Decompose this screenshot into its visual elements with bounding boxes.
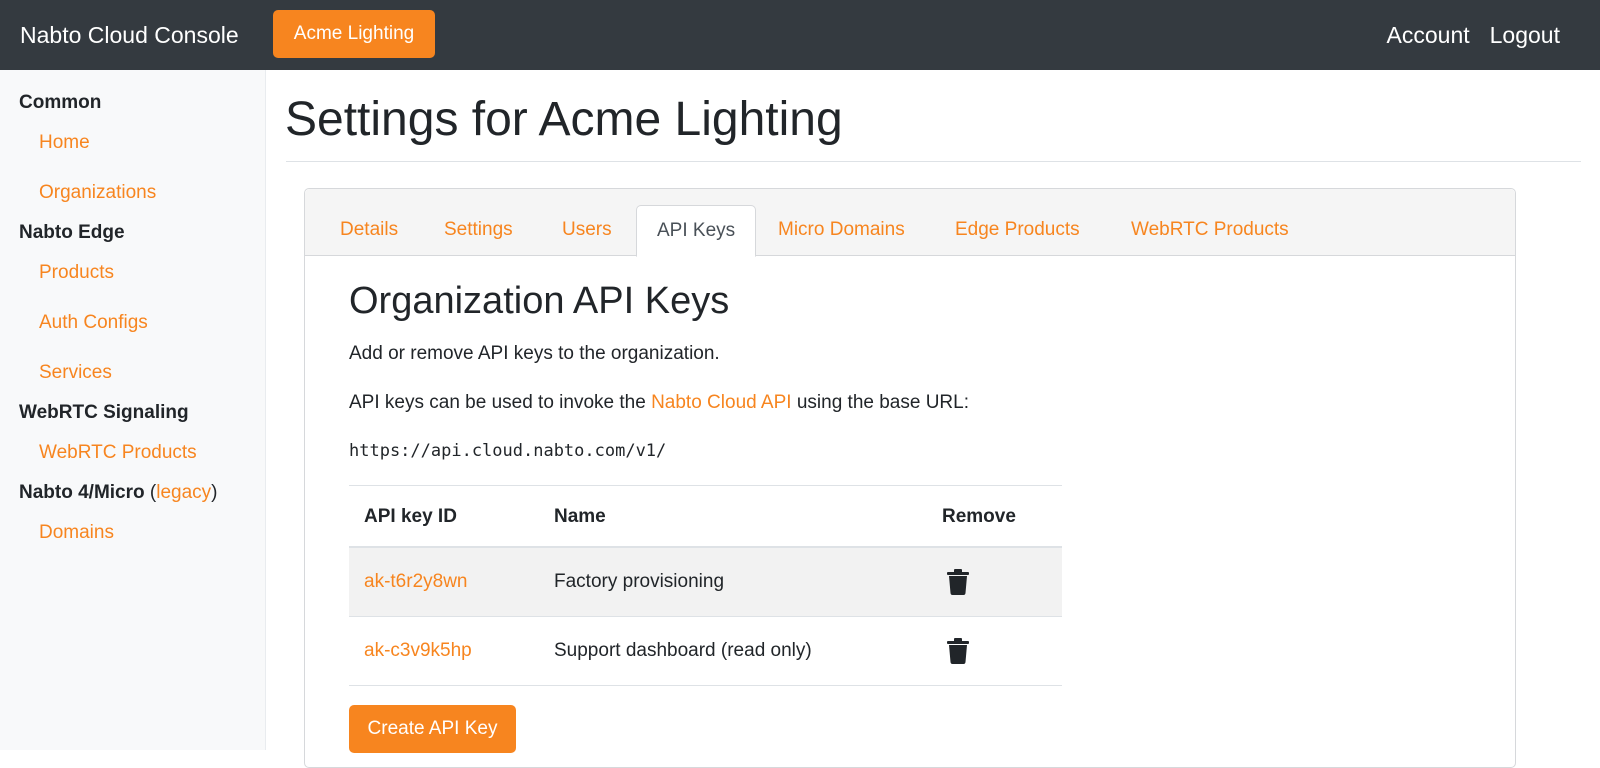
tab-edge-products[interactable]: Edge Products [955, 205, 1080, 256]
sidebar-item-auth-configs[interactable]: Auth Configs [39, 312, 148, 334]
account-link[interactable]: Account [1387, 22, 1470, 49]
create-api-key-button[interactable]: Create API Key [349, 705, 516, 753]
top-navbar: Nabto Cloud Console Acme Lighting Accoun… [0, 0, 1600, 70]
sidebar-item-webrtc-products[interactable]: WebRTC Products [39, 442, 197, 464]
trash-icon[interactable] [946, 569, 970, 595]
usage-prefix: API keys can be used to invoke the [349, 392, 652, 413]
brand-link[interactable]: Nabto Cloud Console [20, 0, 239, 70]
legacy-close-paren: ) [211, 482, 218, 503]
tab-users[interactable]: Users [562, 205, 612, 256]
page-title: Settings for Acme Lighting [285, 93, 843, 146]
api-keys-table: API key ID Name Remove ak-t6r2y8wn Facto… [349, 485, 1062, 686]
sidebar-item-domains[interactable]: Domains [39, 522, 114, 544]
api-key-id-link[interactable]: ak-t6r2y8wn [364, 548, 468, 616]
logout-link[interactable]: Logout [1490, 22, 1560, 49]
table-row: ak-c3v9k5hp Support dashboard (read only… [349, 617, 1062, 686]
section-title: Organization API Keys [349, 280, 730, 322]
usage-text: API keys can be used to invoke the Nabto… [349, 392, 969, 414]
api-key-id-link[interactable]: ak-c3v9k5hp [364, 617, 472, 685]
intro-text: Add or remove API keys to the organizati… [349, 343, 720, 364]
sidebar-item-organizations[interactable]: Organizations [39, 182, 156, 204]
header-remove: Remove [942, 506, 1016, 527]
api-key-name: Factory provisioning [554, 571, 725, 592]
sidebar-section-nabto-edge: Nabto Edge [19, 222, 125, 243]
header-name: Name [554, 506, 606, 527]
sidebar: Common Home Organizations Nabto Edge Pro… [0, 70, 266, 750]
tab-bar: Details Settings Users API Keys Micro Do… [305, 189, 1515, 257]
tab-api-keys[interactable]: API Keys [636, 205, 757, 257]
tab-details[interactable]: Details [340, 205, 398, 256]
sidebar-item-products[interactable]: Products [39, 262, 114, 284]
title-divider [286, 161, 1581, 162]
tab-micro-domains[interactable]: Micro Domains [778, 205, 905, 256]
navbar-right: Account Logout [1387, 0, 1560, 70]
table-header: API key ID Name Remove [349, 486, 1062, 548]
tab-settings[interactable]: Settings [444, 205, 513, 256]
organization-button[interactable]: Acme Lighting [273, 10, 435, 58]
api-key-name: Support dashboard (read only) [554, 640, 812, 661]
header-api-key-id: API key ID [364, 506, 457, 527]
table-row: ak-t6r2y8wn Factory provisioning [349, 548, 1062, 617]
sidebar-section-label: Nabto 4/Micro [19, 482, 145, 503]
sidebar-section-nabto-micro: Nabto 4/Micro (legacy) [19, 482, 217, 504]
trash-icon[interactable] [946, 638, 970, 664]
base-url: https://api.cloud.nabto.com/v1/ [349, 441, 667, 461]
legacy-link[interactable]: legacy [156, 482, 211, 503]
nabto-cloud-api-link[interactable]: Nabto Cloud API [651, 392, 791, 413]
sidebar-section-webrtc-signaling: WebRTC Signaling [19, 402, 189, 423]
tab-webrtc-products[interactable]: WebRTC Products [1131, 205, 1289, 256]
sidebar-item-services[interactable]: Services [39, 362, 112, 384]
sidebar-item-home[interactable]: Home [39, 132, 90, 154]
usage-suffix: using the base URL: [791, 392, 970, 413]
sidebar-section-common: Common [19, 92, 102, 113]
